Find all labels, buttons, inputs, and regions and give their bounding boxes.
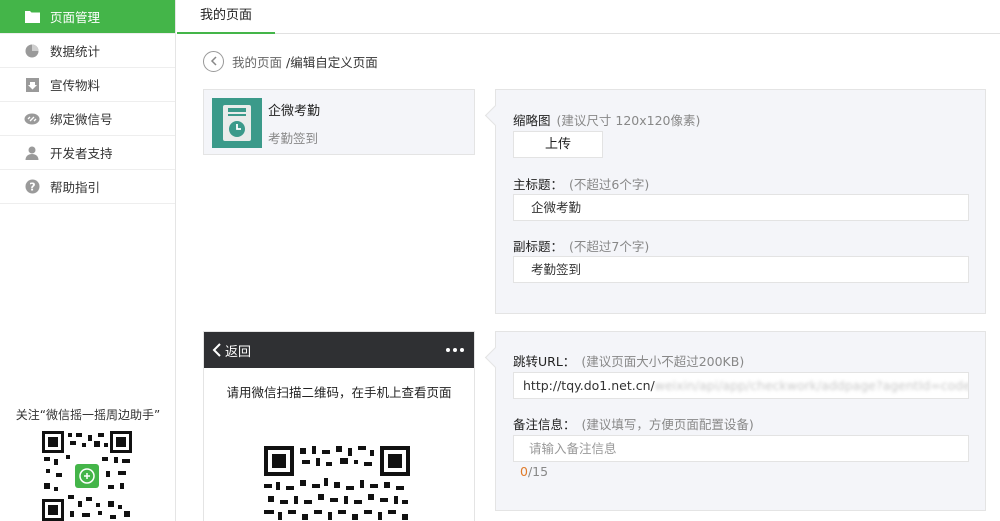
sidebar-item-label: 数据统计 [50, 44, 101, 59]
thumbnail-hint: (建议尺寸 120x120像素) [556, 113, 701, 128]
sidebar-item-label: 帮助指引 [50, 180, 101, 195]
thumbnail-label-row: 缩略图 (建议尺寸 120x120像素) [513, 110, 700, 129]
sub-title-input[interactable]: 考勤签到 [513, 256, 969, 283]
tab-my-pages[interactable]: 我的页面 [177, 0, 275, 34]
sidebar-item-statistics[interactable]: 数据统计 [0, 34, 175, 68]
note-label-row: 备注信息： (建议填写，方便页面配置设备) [513, 414, 754, 433]
note-label: 备注信息： [513, 417, 576, 432]
preview-subtitle: 考勤签到 [268, 131, 319, 146]
breadcrumb: 我的页面 /编辑自定义页面 [203, 50, 378, 72]
jump-url-input[interactable]: http://tqy.do1.net.cn/weixin/api/app/che… [513, 372, 969, 399]
chevron-left-icon [212, 343, 221, 357]
link-info-panel: 跳转URL： (建议页面大小不超过200KB) http://tqy.do1.ne… [495, 331, 986, 511]
url-value-obscured: weixin/api/app/checkwork/addpage?agentId… [654, 378, 969, 393]
sidebar-item-page-management[interactable]: 页面管理 [0, 0, 175, 34]
pie-chart-icon [24, 43, 40, 59]
main-title-hint: (不超过6个字) [569, 177, 650, 192]
follow-text: 关注“微信摇一摇周边助手” [15, 408, 161, 422]
person-icon [24, 145, 40, 161]
attendance-clock-icon [223, 105, 251, 141]
page-thumbnail [212, 98, 262, 148]
page-preview-card: 企微考勤 考勤签到 [203, 89, 475, 155]
sub-title-label: 副标题： [513, 239, 564, 254]
page-qr-code [264, 446, 410, 521]
sidebar-item-promo-materials[interactable]: 宣传物料 [0, 68, 175, 102]
url-label-row: 跳转URL： (建议页面大小不超过200KB) [513, 351, 744, 370]
follow-section: 关注“微信摇一摇周边助手” [0, 406, 176, 521]
sidebar-item-help-guide[interactable]: ? 帮助指引 [0, 170, 175, 204]
main-title-label: 主标题： [513, 177, 564, 192]
sidebar-item-developer-support[interactable]: 开发者支持 [0, 136, 175, 170]
url-label: 跳转URL： [513, 354, 576, 369]
basic-info-panel: 缩略图 (建议尺寸 120x120像素) 上传 主标题： (不超过6个字) 企微考勤… [495, 89, 986, 314]
sidebar-item-label: 宣传物料 [50, 78, 101, 93]
follow-qr-code [42, 431, 132, 521]
thumbnail-label: 缩略图 [513, 113, 551, 128]
sidebar-item-label: 绑定微信号 [50, 112, 113, 127]
note-hint: (建议填写，方便页面配置设备) [581, 417, 754, 432]
main-title-input[interactable]: 企微考勤 [513, 194, 969, 221]
note-input[interactable]: 请输入备注信息 [513, 435, 969, 462]
sub-title-hint: (不超过7个字) [569, 239, 650, 254]
link-icon [24, 111, 40, 127]
back-arrow-icon[interactable] [203, 50, 224, 72]
upload-button[interactable]: 上传 [513, 131, 603, 158]
phone-back-button[interactable]: 返回 [212, 341, 251, 360]
sidebar-item-label: 页面管理 [50, 10, 101, 25]
sidebar: 页面管理 数据统计 宣传物料 绑定微信号 开发者支持 ? 帮助指引 关注“微信摇… [0, 0, 176, 521]
breadcrumb-current: /编辑自定义页面 [286, 54, 378, 70]
svg-text:?: ? [29, 181, 35, 194]
phone-preview: 返回 请用微信扫描二维码，在手机上查看页面 [203, 331, 475, 521]
sidebar-item-bind-wechat[interactable]: 绑定微信号 [0, 102, 175, 136]
note-char-counter: 0/15 [520, 464, 548, 479]
note-count: 0 [520, 464, 528, 479]
main-title-label-row: 主标题： (不超过6个字) [513, 174, 649, 193]
phone-back-label: 返回 [225, 344, 252, 360]
sidebar-item-label: 开发者支持 [50, 146, 113, 161]
phone-nav-bar: 返回 [204, 332, 474, 368]
sub-title-label-row: 副标题： (不超过7个字) [513, 236, 649, 255]
breadcrumb-parent-link[interactable]: 我的页面 [232, 52, 282, 71]
download-icon [24, 77, 40, 93]
preview-title: 企微考勤 [268, 104, 321, 119]
folder-icon [24, 9, 40, 25]
phone-scan-message: 请用微信扫描二维码，在手机上查看页面 [226, 385, 452, 400]
note-max: /15 [527, 464, 549, 479]
url-hint: (建议页面大小不超过200KB) [581, 354, 745, 369]
url-value: http://tqy.do1.net.cn/ [523, 378, 655, 393]
more-dots-icon[interactable] [446, 348, 464, 352]
question-icon: ? [24, 179, 40, 195]
top-tab-bar: 我的页面 [177, 0, 1000, 34]
